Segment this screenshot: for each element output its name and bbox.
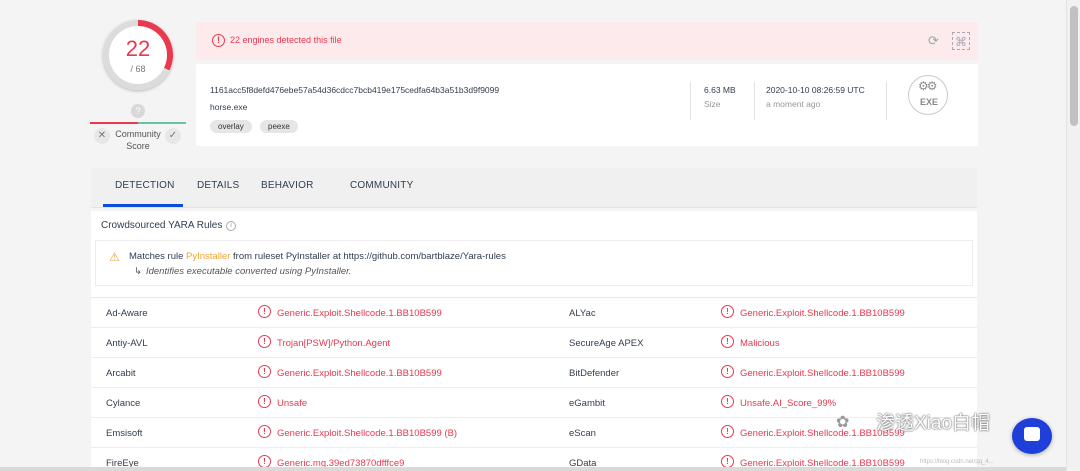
tag-peexe[interactable]: peexe bbox=[260, 120, 298, 133]
table-row: Antiy-AVL ! Trojan[PSW]/Python.Agent Sec… bbox=[91, 328, 977, 358]
engine-name: ALYac bbox=[569, 308, 596, 319]
detection-result: Unsafe.AI_Score_99% bbox=[740, 398, 837, 409]
alert-icon: ! bbox=[721, 305, 734, 318]
reanalyze-icon[interactable]: ⟳ bbox=[928, 34, 942, 48]
engine-name: Antiy-AVL bbox=[106, 338, 148, 349]
divider bbox=[754, 82, 755, 120]
engine-name: eGambit bbox=[569, 398, 605, 409]
file-size: 6.63 MB bbox=[704, 85, 736, 95]
alert-icon: ! bbox=[721, 335, 734, 348]
detection-result: Trojan[PSW]/Python.Agent bbox=[277, 338, 391, 349]
engine-name: SecureAge APEX bbox=[569, 338, 644, 349]
divider bbox=[886, 82, 887, 120]
yara-title: Crowdsourced YARA Rules bbox=[101, 220, 223, 231]
alert-icon: ! bbox=[721, 395, 734, 408]
yara-match-text: Matches rule PyInstaller from ruleset Py… bbox=[129, 251, 506, 262]
graph-icon[interactable]: ⌘ bbox=[952, 32, 970, 50]
table-row: Ad-Aware ! Generic.Exploit.Shellcode.1.B… bbox=[91, 298, 977, 328]
alert-icon: ! bbox=[721, 365, 734, 378]
tab-details[interactable]: DETAILS bbox=[197, 180, 239, 191]
detection-score: 22 / 68 ? ✕ Community Score ✓ bbox=[90, 16, 186, 156]
chat-icon bbox=[1024, 427, 1040, 441]
detection-result: Malicious bbox=[740, 338, 780, 349]
yara-description: ↳ Identifies executable converted using P… bbox=[134, 266, 352, 277]
score-detected: 22 bbox=[125, 36, 151, 61]
engine-name: Arcabit bbox=[106, 368, 136, 379]
scrollbar-thumb[interactable] bbox=[1070, 6, 1078, 126]
engine-name: eScan bbox=[569, 428, 596, 439]
detection-result: Generic.Exploit.Shellcode.1.BB10B599 (B) bbox=[277, 428, 458, 439]
horizontal-scrollbar[interactable] bbox=[0, 467, 1066, 471]
score-gauge: 22 / 68 bbox=[103, 20, 173, 90]
alert-icon: ! bbox=[721, 425, 734, 438]
engine-name: Ad-Aware bbox=[106, 308, 148, 319]
vote-harmless-icon[interactable]: ✓ bbox=[165, 128, 181, 144]
alert-text: 22 engines detected this file bbox=[230, 35, 342, 45]
wechat-icon: ✿ bbox=[836, 414, 850, 431]
file-hash[interactable]: 1161acc5f8defd476ebe57a54d36cdcc7bcb419e… bbox=[210, 85, 499, 95]
detection-result: Generic.Exploit.Shellcode.1.BB10B599 bbox=[740, 308, 905, 319]
detection-result: Generic.Exploit.Shellcode.1.BB10B599 bbox=[277, 368, 442, 379]
info-icon[interactable]: i bbox=[226, 221, 236, 231]
detection-section: Crowdsourced YARA Rules i ⚠ Matches rule… bbox=[91, 211, 977, 471]
engine-name: Cylance bbox=[106, 398, 141, 409]
community-score-bar bbox=[90, 122, 186, 124]
detection-table: Ad-Aware ! Generic.Exploit.Shellcode.1.B… bbox=[91, 297, 977, 469]
watermark-text: 渗透Xiao白帽 bbox=[876, 413, 991, 434]
warning-icon: ⚠ bbox=[109, 250, 120, 264]
file-info-card: 1161acc5f8defd476ebe57a54d36cdcc7bcb419e… bbox=[196, 64, 978, 146]
yara-rule-box: ⚠ Matches rule PyInstaller from ruleset … bbox=[95, 240, 973, 286]
tab-community[interactable]: COMMUNITY bbox=[350, 180, 413, 191]
divider bbox=[690, 82, 691, 120]
alert-icon: ! bbox=[258, 305, 271, 318]
alert-icon: ! bbox=[258, 425, 271, 438]
csdn-watermark: https://blog.csdn.net/qq_4... bbox=[920, 459, 994, 465]
alert-icon: ! bbox=[258, 365, 271, 378]
alert-icon: ! bbox=[258, 395, 271, 408]
analysis-date-relative: a moment ago bbox=[766, 99, 821, 109]
file-name: horse.exe bbox=[210, 102, 248, 112]
exe-file-type-icon: ⚙⚙ EXE bbox=[908, 75, 948, 115]
chat-button[interactable] bbox=[1012, 418, 1052, 454]
vertical-scrollbar[interactable] bbox=[1066, 0, 1080, 471]
score-total: / 68 bbox=[130, 64, 146, 74]
vote-harmful-icon[interactable]: ✕ bbox=[94, 128, 110, 144]
detection-result: Unsafe bbox=[277, 398, 308, 409]
active-tab-indicator bbox=[103, 204, 183, 207]
detection-result: Generic.Exploit.Shellcode.1.BB10B599 bbox=[740, 368, 905, 379]
tab-detection[interactable]: DETECTION bbox=[115, 180, 175, 191]
yara-rule-link[interactable]: PyInstaller bbox=[186, 251, 230, 262]
tab-behavior[interactable]: BEHAVIOR bbox=[261, 180, 314, 191]
community-unknown-icon: ? bbox=[131, 104, 145, 118]
community-score-label: Community Score bbox=[115, 129, 161, 151]
page: 22 / 68 ? ✕ Community Score ✓ ! 22 engin… bbox=[0, 0, 1066, 471]
alert-icon: ! bbox=[258, 335, 271, 348]
engine-name: BitDefender bbox=[569, 368, 620, 379]
detection-alert: ! 22 engines detected this file ⟳ ⌘ bbox=[196, 22, 978, 60]
file-size-label: Size bbox=[704, 99, 721, 109]
analysis-date: 2020-10-10 08:26:59 UTC bbox=[766, 85, 865, 95]
detection-result: Generic.Exploit.Shellcode.1.BB10B599 bbox=[277, 308, 442, 319]
table-row: Arcabit ! Generic.Exploit.Shellcode.1.BB… bbox=[91, 358, 977, 388]
tag-overlay[interactable]: overlay bbox=[210, 120, 252, 133]
tab-bar: DETECTION DETAILS BEHAVIOR COMMUNITY bbox=[91, 168, 977, 208]
engine-name: Emsisoft bbox=[106, 428, 143, 439]
alert-icon: ! bbox=[212, 34, 225, 47]
